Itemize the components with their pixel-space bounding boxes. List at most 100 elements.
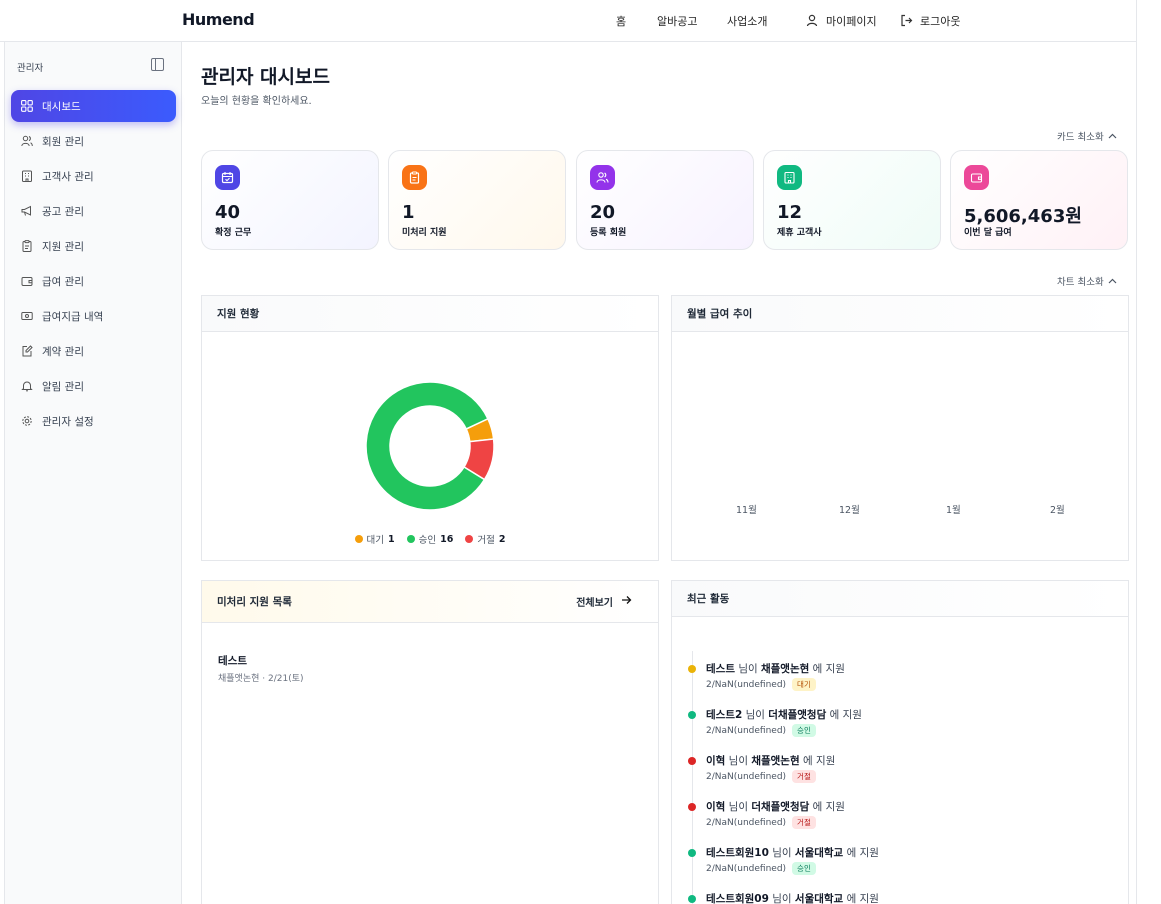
activity-meta: 2/NaN(undefined) 대기 [706, 678, 816, 691]
status-dot [688, 895, 696, 903]
dashboard-icon [21, 100, 33, 112]
sidebar-header: 관리자 [17, 63, 44, 74]
pending-applicant-detail: 채플앳논현 · 2/21(토) [218, 674, 304, 684]
sidebar-item-payroll[interactable]: 급여 관리 [11, 265, 176, 297]
stat-card-payroll[interactable]: 5,606,463원 이번 달 급여 [950, 150, 1128, 250]
sidebar-item-applications[interactable]: 지원 관리 [11, 230, 176, 262]
sidebar-item-contracts[interactable]: 계약 관리 [11, 335, 176, 367]
status-badge: 승인 [792, 724, 816, 737]
view-all-label: 전체보기 [576, 598, 613, 609]
clipboard-icon [21, 240, 33, 252]
legend-label: 거절 [477, 535, 495, 546]
sidebar-item-clients[interactable]: 고객사 관리 [11, 160, 176, 192]
chart-minimize-toggle[interactable]: 차트 최소화 [1057, 274, 1117, 288]
legend-count: 1 [388, 533, 395, 545]
wallet-icon [964, 165, 989, 190]
chart-minimize-label: 차트 최소화 [1057, 277, 1104, 288]
sidebar-item-payments[interactable]: 급여지급 내역 [11, 300, 176, 332]
card-minimize-toggle[interactable]: 카드 최소화 [1057, 129, 1117, 143]
stat-card-pending[interactable]: 1 미처리 지원 [388, 150, 566, 250]
nav-jobs-link[interactable]: 알바공고 [657, 13, 697, 29]
panel-title: 미처리 지원 목록 [217, 596, 292, 608]
chevron-up-icon [1108, 131, 1117, 142]
sidebar-item-notifications[interactable]: 알림 관리 [11, 370, 176, 402]
legend-item: 거절 2 [465, 532, 505, 546]
stat-label: 미처리 지원 [402, 228, 447, 238]
logout-icon [900, 12, 913, 31]
sidebar-item-dashboard[interactable]: 대시보드 [11, 90, 176, 122]
status-dot [688, 757, 696, 765]
applications-status-panel: 지원 현황 대기 1 승인 16 거절 2 [201, 295, 659, 561]
legend-swatch [465, 535, 474, 543]
users-icon [590, 165, 615, 190]
sidebar-item-label: 고객사 관리 [42, 170, 94, 183]
nav-mypage-link[interactable]: 마이페이지 [826, 13, 877, 29]
sidebar-collapse-icon[interactable] [151, 58, 164, 71]
nav-home-link[interactable]: 홈 [616, 13, 626, 29]
sidebar-item-label: 지원 관리 [42, 240, 84, 253]
x-tick-label: 1월 [946, 505, 961, 516]
status-badge: 거절 [792, 770, 816, 783]
status-dot [688, 711, 696, 719]
panel-title: 월별 급여 추이 [672, 296, 1128, 332]
stat-card-members[interactable]: 20 등록 회원 [576, 150, 754, 250]
sidebar-item-label: 공고 관리 [42, 205, 84, 218]
sidebar-item-label: 계약 관리 [42, 345, 84, 358]
activity-text: 이혁 님이 채플앳논현 에 지원 [706, 755, 836, 767]
edit-document-icon [21, 345, 33, 357]
stat-value: 40 [215, 202, 241, 223]
activity-text: 테스트회원09 님이 서울대학교 에 지원 [706, 893, 879, 904]
sidebar-item-label: 알림 관리 [42, 380, 84, 393]
activity-text: 테스트 님이 채플앳논현 에 지원 [706, 663, 845, 675]
brand-logo[interactable]: Humend [182, 10, 255, 29]
x-tick-label: 12월 [839, 505, 860, 516]
arrow-right-icon [621, 595, 632, 608]
sidebar-item-label: 관리자 설정 [42, 415, 94, 428]
page-subtitle: 오늘의 현황을 확인하세요. [201, 96, 312, 107]
monthly-pay-trend-panel: 월별 급여 추이 11월 12월 1월 2월 [671, 295, 1129, 561]
top-navigation-bar: Humend 홈 알바공고 사업소개 마이페이지 로그아웃 [0, 0, 1137, 42]
card-minimize-label: 카드 최소화 [1057, 132, 1104, 143]
users-icon [21, 135, 33, 147]
admin-sidebar: 관리자 대시보드 회원 관리 고객사 관리 공고 관리 지원 관리 급여 관리 … [4, 42, 182, 904]
activity-text: 테스트회원10 님이 서울대학교 에 지원 [706, 847, 879, 859]
nav-logout-link[interactable]: 로그아웃 [920, 13, 960, 29]
megaphone-icon [21, 205, 33, 217]
activity-meta: 2/NaN(undefined) 승인 [706, 724, 816, 737]
gear-icon [21, 415, 33, 427]
sidebar-item-admin-settings[interactable]: 관리자 설정 [11, 405, 176, 437]
chart-legend: 대기 1 승인 16 거절 2 [202, 532, 658, 546]
building-icon [21, 170, 33, 182]
sidebar-item-members[interactable]: 회원 관리 [11, 125, 176, 157]
pending-list-item[interactable]: 테스트 채플앳논현 · 2/21(토) [218, 653, 304, 684]
page-title: 관리자 대시보드 [201, 66, 330, 88]
sidebar-item-postings[interactable]: 공고 관리 [11, 195, 176, 227]
wallet-icon [21, 275, 33, 287]
status-badge: 승인 [792, 862, 816, 875]
legend-item: 승인 16 [406, 532, 453, 546]
activity-meta: 2/NaN(undefined) 승인 [706, 862, 816, 875]
x-tick-label: 11월 [736, 505, 757, 516]
stat-value: 12 [777, 202, 803, 223]
stat-value: 20 [590, 202, 616, 223]
sidebar-item-label: 급여지급 내역 [42, 310, 104, 323]
stat-value: 1 [402, 202, 415, 223]
chevron-up-icon [1108, 276, 1117, 287]
legend-count: 2 [498, 533, 506, 545]
frame-border [1136, 0, 1137, 904]
nav-about-link[interactable]: 사업소개 [727, 13, 767, 29]
status-dot [688, 803, 696, 811]
status-badge: 대기 [792, 678, 816, 691]
status-dot [688, 665, 696, 673]
activity-meta: 2/NaN(undefined) 거절 [706, 770, 816, 783]
stat-card-partners[interactable]: 12 제휴 고객사 [763, 150, 941, 250]
sidebar-item-label: 대시보드 [42, 100, 81, 113]
stat-card-confirmed[interactable]: 40 확정 근무 [201, 150, 379, 250]
legend-label: 승인 [418, 535, 437, 546]
view-all-link[interactable]: 전체보기 [576, 594, 632, 609]
applications-donut-chart [365, 381, 495, 511]
x-tick-label: 2월 [1050, 505, 1065, 516]
legend-swatch [354, 535, 363, 543]
user-icon [806, 12, 818, 31]
cash-icon [21, 310, 33, 322]
